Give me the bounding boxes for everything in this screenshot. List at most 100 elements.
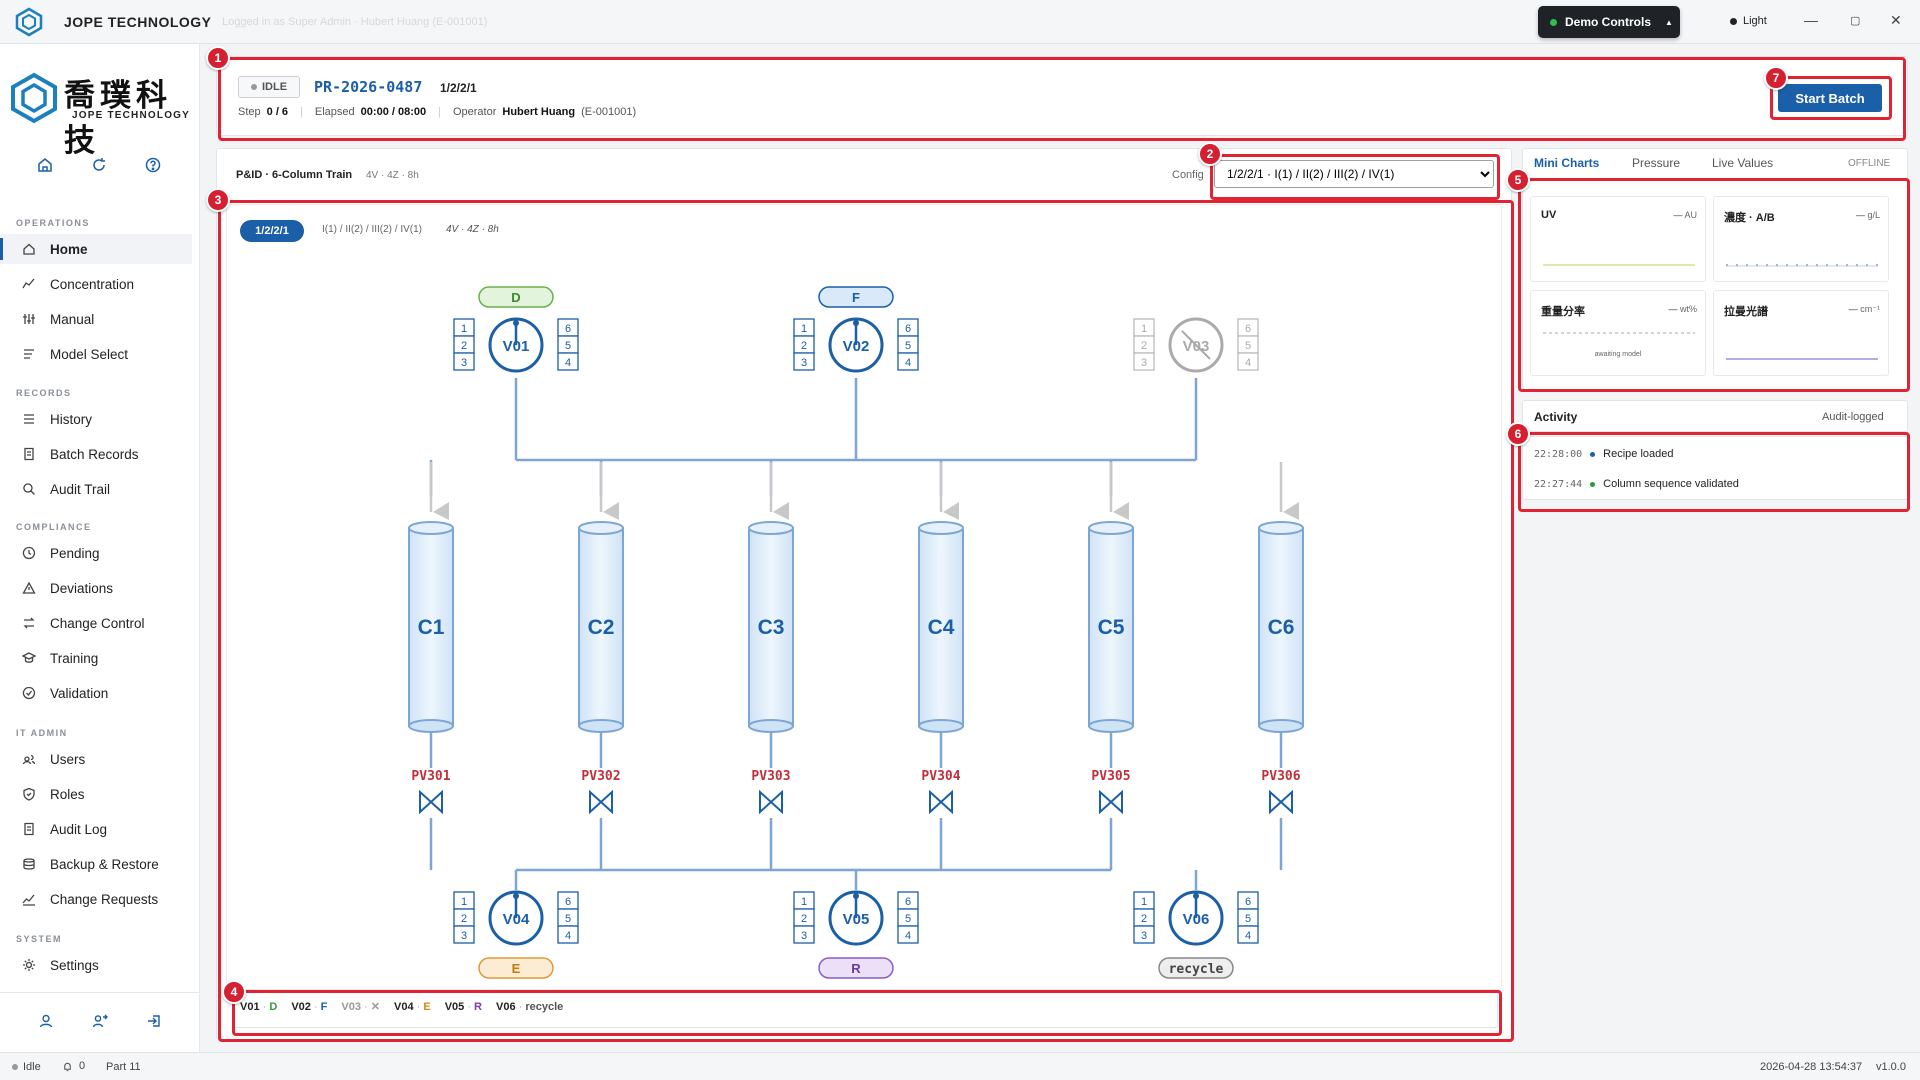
sidebar-item-backup-restore[interactable]: Backup & Restore: [0, 849, 192, 879]
mini-chart-raman: 拉曼光譜 cm⁻¹: [1713, 290, 1889, 376]
batch-records-icon: [24, 447, 34, 461]
nav-section-it-admin: IT ADMIN: [16, 728, 68, 738]
batch-meta: Step 0 / 6 | Elapsed 00:00 / 08:00 | Operato…: [238, 106, 637, 118]
mini-chart-weight-fraction: 重量分率 wt% awaiting model: [1530, 290, 1706, 376]
activity-text: Recipe loaded: [1603, 448, 1674, 460]
sidebar-item-validation[interactable]: Validation: [0, 678, 192, 708]
activity-dot-icon: [1590, 451, 1596, 457]
sidebar-item-label: Concentration: [50, 276, 135, 292]
legend-item: V04 · E: [394, 1001, 431, 1013]
annotation-marker-3: 3: [206, 188, 230, 212]
brand-hex-icon: [11, 72, 57, 124]
history-icon: [24, 414, 34, 424]
sidebar-item-label: Roles: [50, 786, 85, 802]
batch-header: [216, 56, 1908, 136]
legend-stream: D: [269, 1000, 278, 1013]
annotation-marker-1: 1: [206, 46, 230, 70]
nav-section-compliance: COMPLIANCE: [16, 522, 92, 532]
sidebar-item-roles[interactable]: Roles: [0, 779, 192, 809]
sidebar-item-training[interactable]: Training: [0, 643, 192, 673]
nav-section-system: SYSTEM: [16, 934, 63, 944]
sidebar-item-manual[interactable]: Manual: [0, 304, 192, 334]
tab-live-values[interactable]: Live Values: [1712, 156, 1773, 170]
tab-indicator: [1534, 178, 1614, 180]
idle-dot-icon: [250, 84, 257, 90]
legend-separator: ·: [259, 1000, 270, 1013]
home-icon[interactable]: [36, 156, 54, 174]
bell-icon: [64, 1062, 71, 1071]
mini-chart-title: 濃度 · A/B: [1724, 212, 1775, 224]
sidebar-item-change-requests[interactable]: Change Requests: [0, 884, 192, 914]
logout-icon[interactable]: [146, 1013, 162, 1029]
concentration-icon: [22, 278, 35, 289]
sidebar-item-change-control[interactable]: Change Control: [0, 608, 192, 638]
alerts-counter[interactable]: 0: [62, 1060, 85, 1072]
audit-log-icon: [24, 822, 34, 836]
legend-separator: ·: [310, 1000, 321, 1013]
roles-icon: [23, 787, 35, 801]
tab-mini-charts[interactable]: Mini Charts: [1534, 156, 1599, 170]
refresh-icon[interactable]: [90, 156, 108, 174]
sidebar-item-label: Backup & Restore: [50, 856, 159, 872]
legend-separator: ·: [413, 1000, 424, 1013]
activity-time: 22:28:00: [1534, 448, 1583, 460]
sidebar-item-label: Batch Records: [50, 446, 139, 462]
sidebar-item-home[interactable]: Home: [0, 234, 192, 264]
config-spec: 4V · 4Z · 8h: [446, 224, 499, 235]
sidebar-item-audit-trail[interactable]: Audit Trail: [0, 474, 192, 504]
step-value: 0 / 6: [266, 106, 289, 118]
sidebar-item-pending[interactable]: Pending: [0, 538, 192, 568]
legend-valve: V05: [444, 1000, 465, 1013]
maximize-icon[interactable]: ▢: [1850, 14, 1860, 27]
sidebar-item-batch-records[interactable]: Batch Records: [0, 439, 192, 469]
switch-user-icon[interactable]: [92, 1013, 108, 1029]
annotation-marker-7: 7: [1764, 66, 1788, 90]
caret-up-icon: ▲: [1665, 17, 1673, 27]
brand-name-en: JOPE TECHNOLOGY: [72, 110, 191, 121]
offline-status: OFFLINE: [1848, 158, 1891, 169]
sidebar-item-concentration[interactable]: Concentration: [0, 269, 192, 299]
concentration-sparkline: [1726, 264, 1878, 267]
tab-pressure[interactable]: Pressure: [1632, 156, 1680, 170]
help-icon[interactable]: [144, 156, 162, 174]
legend-separator: ·: [464, 1000, 475, 1013]
mini-chart-unit: AU: [1673, 210, 1697, 220]
legend-separator: ·: [360, 1001, 371, 1013]
activity-title: Activity: [1534, 410, 1578, 424]
mini-chart-concentration: 濃度 · A/B g/L: [1713, 196, 1889, 282]
demo-controls-button[interactable]: Demo Controls ▲: [1538, 6, 1680, 38]
batch-config: 1/2/2/1: [440, 81, 477, 95]
start-batch-button[interactable]: Start Batch: [1778, 84, 1882, 112]
home-icon: [23, 243, 35, 255]
theme-toggle[interactable]: Light: [1730, 15, 1767, 27]
sidebar-item-users[interactable]: Users: [0, 744, 192, 774]
legend-item: V02 · F: [291, 1001, 327, 1013]
close-icon[interactable]: ✕: [1890, 12, 1902, 29]
users-icon: [22, 754, 36, 765]
sidebar-item-label: Settings: [50, 957, 99, 973]
user-icon[interactable]: [38, 1013, 54, 1029]
config-sequence: I(1) / II(2) / III(2) / IV(1): [322, 224, 423, 235]
logo-icon: [15, 7, 43, 37]
sidebar-item-audit-log[interactable]: Audit Log: [0, 814, 192, 844]
mini-chart-title: UV: [1541, 209, 1557, 221]
sidebar-item-model-select[interactable]: Model Select: [0, 339, 192, 369]
mini-chart-uv: UV AU: [1530, 196, 1706, 282]
brand-logo: 喬璞科技 JOPE TECHNOLOGY: [8, 70, 198, 159]
config-select[interactable]: 1/2/2/1 · I(1) / II(2) / III(2) / IV(1): [1214, 160, 1494, 188]
raman-sparkline: [1726, 358, 1878, 360]
mini-chart-title: 重量分率: [1541, 306, 1585, 318]
legend-item: V01 · D: [240, 1001, 277, 1013]
legend-stream: E: [423, 1000, 431, 1013]
legend-valve: V06: [496, 1000, 516, 1013]
pending-icon: [22, 546, 36, 560]
annotation-marker-2: 2: [1198, 142, 1222, 166]
legend-separator: ·: [515, 1000, 526, 1013]
legend-stream: F: [320, 1000, 328, 1013]
sidebar-item-deviations[interactable]: Deviations: [0, 573, 192, 603]
sidebar-item-settings[interactable]: Settings: [0, 950, 192, 980]
sidebar-item-history[interactable]: History: [0, 404, 192, 434]
validation-icon: [22, 686, 36, 700]
mini-chart-unit: cm⁻¹: [1849, 304, 1880, 315]
minimize-icon[interactable]: —: [1804, 12, 1818, 28]
